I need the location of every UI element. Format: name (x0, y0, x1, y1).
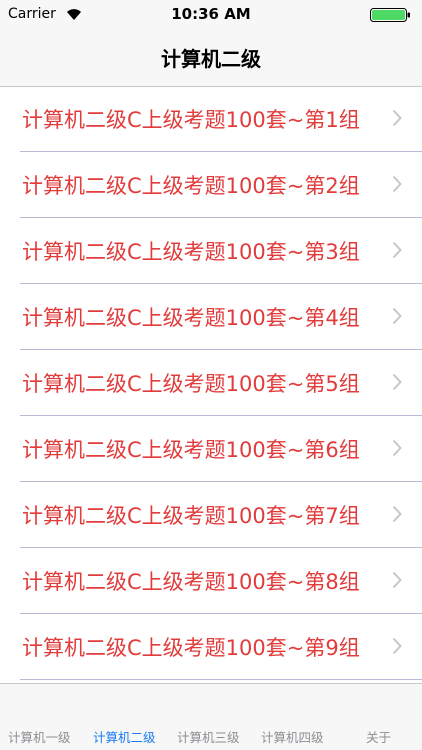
list-item-label: 计算机二级C上级考题100套~第6组 (22, 438, 360, 462)
chevron-right-icon (392, 505, 402, 523)
list-item-label: 计算机二级C上级考题100套~第3组 (22, 240, 360, 264)
chevron-right-icon (392, 109, 402, 127)
tab-level-4[interactable]: 计算机四级 (261, 727, 324, 746)
tab-level-2[interactable]: 计算机二级 (93, 727, 156, 746)
list-item-label: 计算机二级C上级考题100套~第7组 (22, 504, 360, 528)
chevron-right-icon (392, 439, 402, 457)
chevron-right-icon (392, 241, 402, 259)
list-item-label: 计算机二级C上级考题100套~第1组 (22, 108, 360, 132)
list-item[interactable]: 计算机二级C上级考题100套~第1组 (20, 86, 422, 152)
list-item[interactable]: 计算机二级C上级考题100套~第3组 (20, 218, 422, 284)
tab-about[interactable]: 关于 (366, 727, 391, 746)
exam-list: 计算机二级C上级考题100套~第1组 计算机二级C上级考题100套~第2组 计算… (0, 86, 422, 680)
navigation-bar: 计算机二级 (0, 28, 422, 87)
status-bar: Carrier 10:36 AM (0, 0, 422, 28)
tab-bar: 计算机一级 计算机二级 计算机三级 计算机四级 关于 (0, 683, 422, 750)
list-item[interactable]: 计算机二级C上级考题100套~第9组 (20, 614, 422, 680)
tab-level-3[interactable]: 计算机三级 (177, 727, 240, 746)
chevron-right-icon (392, 175, 402, 193)
status-time: 10:36 AM (171, 5, 251, 23)
list-item[interactable]: 计算机二级C上级考题100套~第8组 (20, 548, 422, 614)
list-item-label: 计算机二级C上级考题100套~第8组 (22, 570, 360, 594)
tab-level-1[interactable]: 计算机一级 (8, 727, 71, 746)
list-item[interactable]: 计算机二级C上级考题100套~第6组 (20, 416, 422, 482)
chevron-right-icon (392, 571, 402, 589)
chevron-right-icon (392, 637, 402, 655)
list-item[interactable]: 计算机二级C上级考题100套~第4组 (20, 284, 422, 350)
battery-icon (370, 7, 412, 22)
chevron-right-icon (392, 373, 402, 391)
list-item[interactable]: 计算机二级C上级考题100套~第2组 (20, 152, 422, 218)
list-item[interactable]: 计算机二级C上级考题100套~第7组 (20, 482, 422, 548)
list-item-label: 计算机二级C上级考题100套~第4组 (22, 306, 360, 330)
page-title: 计算机二级 (161, 47, 261, 71)
list-item-label: 计算机二级C上级考题100套~第5组 (22, 372, 360, 396)
list-item-label: 计算机二级C上级考题100套~第9组 (22, 636, 360, 660)
chevron-right-icon (392, 307, 402, 325)
list-item[interactable]: 计算机二级C上级考题100套~第5组 (20, 350, 422, 416)
list-item-label: 计算机二级C上级考题100套~第2组 (22, 174, 360, 198)
